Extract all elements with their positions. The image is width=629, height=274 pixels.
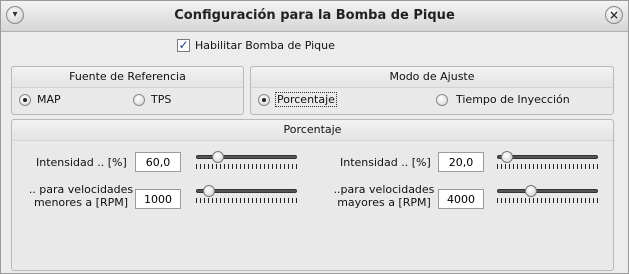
right-rpm-slider[interactable]	[497, 185, 598, 205]
fuente-group: Fuente de Referencia MAP TPS	[11, 66, 244, 115]
slider-thumb[interactable]	[203, 185, 215, 197]
left-rpm-input[interactable]	[135, 189, 181, 209]
slider-ticks	[497, 198, 598, 203]
left-intensity-label: Intensidad .. [%]	[36, 156, 127, 169]
radio-porcentaje-label: Porcentaje	[275, 92, 337, 107]
modo-group-title: Modo de Ajuste	[389, 70, 475, 83]
porcentaje-group: Porcentaje Intensidad .. [%] .. para vel…	[11, 119, 614, 271]
radio-map[interactable]	[19, 94, 31, 106]
right-intensity-slider[interactable]	[497, 151, 598, 171]
left-rpm-label: .. para velocidades menores a [RPM]	[26, 183, 136, 209]
right-rpm-label-line1: ..para velocidades	[333, 183, 435, 196]
radio-porcentaje[interactable]	[258, 94, 270, 106]
dialog-window: ▾ Configuración para la Bomba de Pique ×…	[0, 0, 629, 274]
porcentaje-group-title: Porcentaje	[283, 123, 342, 136]
title-bar: ▾ Configuración para la Bomba de Pique ×	[1, 1, 628, 32]
modo-group: Modo de Ajuste Porcentaje Tiempo de Inye…	[250, 66, 614, 115]
slider-thumb[interactable]	[525, 185, 537, 197]
right-intensity-input[interactable]	[438, 152, 484, 172]
slider-ticks	[196, 198, 297, 203]
close-icon[interactable]: ×	[605, 6, 623, 24]
left-rpm-slider[interactable]	[196, 185, 297, 205]
slider-thumb[interactable]	[212, 151, 224, 163]
slider-ticks	[497, 164, 598, 169]
slider-ticks	[196, 164, 297, 169]
left-rpm-label-line2: menores a [RPM]	[33, 196, 129, 209]
window-title: Configuración para la Bomba de Pique	[174, 8, 455, 23]
left-intensity-slider[interactable]	[196, 151, 297, 171]
enable-checkbox[interactable]: ✓	[177, 39, 190, 52]
radio-tps-label: TPS	[151, 93, 172, 106]
slider-groove	[497, 189, 598, 193]
left-rpm-label-line1: .. para velocidades	[28, 183, 134, 196]
right-rpm-label-line2: mayores a [RPM]	[337, 196, 431, 209]
right-intensity-label: Intensidad .. [%]	[340, 156, 431, 169]
radio-tiempo-inyeccion[interactable]	[436, 94, 448, 106]
radio-map-label: MAP	[37, 93, 61, 106]
right-rpm-label: ..para velocidades mayores a [RPM]	[330, 183, 438, 209]
slider-thumb[interactable]	[501, 151, 513, 163]
fuente-group-title: Fuente de Referencia	[69, 70, 186, 83]
right-rpm-input[interactable]	[438, 189, 484, 209]
enable-label: Habilitar Bomba de Pique	[195, 39, 335, 52]
radio-tiempo-inyeccion-label: Tiempo de Inyección	[456, 93, 570, 106]
radio-tps[interactable]	[133, 94, 145, 106]
left-intensity-input[interactable]	[135, 152, 181, 172]
